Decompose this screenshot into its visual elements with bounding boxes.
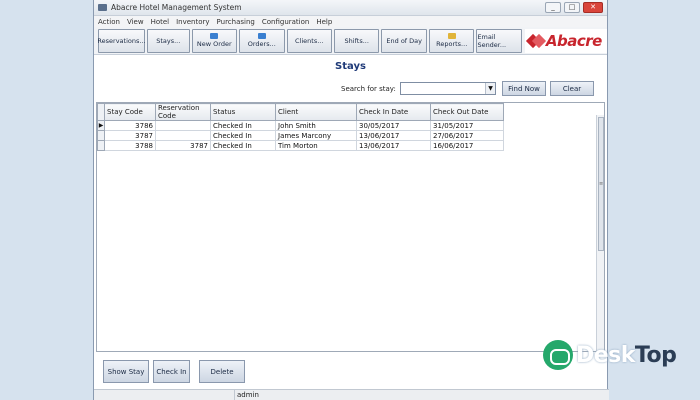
watermark-part1: Desk <box>576 342 635 368</box>
new-order-label: New Order <box>196 40 232 48</box>
cell-reservation-code[interactable] <box>155 130 211 141</box>
column-status[interactable]: Status <box>210 103 276 121</box>
orders-button[interactable]: Orders... <box>239 28 285 53</box>
cell-check-in-date[interactable]: 13/06/2017 <box>356 130 431 141</box>
logo-text: Abacre <box>545 31 602 50</box>
end-of-day-button[interactable]: End of Day <box>381 28 427 53</box>
shifts-label: Shifts... <box>344 36 369 45</box>
cell-check-out-date[interactable]: 16/06/2017 <box>430 140 504 151</box>
page-title: Stays <box>335 61 366 72</box>
menu-configuration[interactable]: Configuration <box>262 18 309 26</box>
close-button[interactable]: ✕ <box>583 2 603 13</box>
toolbar: Reservations... Stays... New Order Order… <box>94 27 607 55</box>
cell-reservation-code[interactable]: 3787 <box>155 140 211 151</box>
cell-stay-code[interactable]: 3788 <box>104 140 156 151</box>
cell-check-in-date[interactable]: 30/05/2017 <box>356 120 431 131</box>
search-label: Search for stay: <box>341 85 396 93</box>
cell-check-out-date[interactable]: 27/06/2017 <box>430 130 504 141</box>
reservations-label: Reservations... <box>97 36 146 45</box>
stays-grid: Stay Code Reservation Code Status Client… <box>96 102 605 352</box>
cell-client[interactable]: John Smith <box>275 120 357 131</box>
find-now-button[interactable]: Find Now <box>502 81 546 96</box>
menu-help[interactable]: Help <box>316 18 332 26</box>
email-sender-label: Email Sender... <box>477 32 507 49</box>
menu-inventory[interactable]: Inventory <box>176 18 209 26</box>
abacre-logo-icon <box>528 33 544 49</box>
status-panel <box>94 390 235 400</box>
menu-purchasing[interactable]: Purchasing <box>217 18 255 26</box>
search-dropdown[interactable]: ▼ <box>400 82 496 95</box>
title-bar: Abacre Hotel Management System _ □ ✕ <box>94 0 607 16</box>
minimize-button[interactable]: _ <box>545 2 561 13</box>
delete-button[interactable]: Delete <box>199 360 245 383</box>
menu-view[interactable]: View <box>127 18 144 26</box>
vertical-scrollbar[interactable]: ≡ <box>596 115 604 351</box>
shifts-button[interactable]: Shifts... <box>333 28 380 53</box>
stays-label: Stays... <box>156 36 181 45</box>
cell-reservation-code[interactable] <box>155 120 211 131</box>
current-row-icon: ▶ <box>98 122 104 129</box>
cell-client[interactable]: James Marcony <box>275 130 357 141</box>
cell-check-out-date[interactable]: 31/05/2017 <box>430 120 504 131</box>
watermark: DeskTop <box>543 340 677 370</box>
row-selector[interactable] <box>97 130 105 141</box>
column-check-in-date[interactable]: Check In Date <box>356 103 431 121</box>
email-sender-button[interactable]: Email Sender... <box>476 28 522 53</box>
orders-icon <box>257 33 266 39</box>
app-icon <box>98 4 107 11</box>
column-reservation-code[interactable]: Reservation Code <box>155 103 211 121</box>
scrollbar-grip-icon: ≡ <box>599 181 604 187</box>
orders-label: Orders... <box>247 40 276 48</box>
window-title: Abacre Hotel Management System <box>111 3 242 12</box>
row-selector[interactable] <box>97 140 105 151</box>
reports-label: Reports... <box>436 40 468 48</box>
cell-status[interactable]: Checked In <box>210 140 276 151</box>
stays-button[interactable]: Stays... <box>147 28 190 53</box>
row-header-corner <box>97 103 105 121</box>
menu-bar: Action View Hotel Inventory Purchasing C… <box>94 16 607 27</box>
check-in-button[interactable]: Check In <box>153 360 190 383</box>
app-window: Abacre Hotel Management System _ □ ✕ Act… <box>93 0 609 400</box>
cell-stay-code[interactable]: 3786 <box>104 120 156 131</box>
clear-button[interactable]: Clear <box>550 81 594 96</box>
reports-icon <box>447 33 456 39</box>
watermark-part2: Top <box>634 342 677 368</box>
cell-client[interactable]: Tim Morton <box>275 140 357 151</box>
status-bar: admin <box>94 389 609 400</box>
table-row[interactable]: 3787 Checked In James Marcony 13/06/2017… <box>97 130 504 141</box>
menu-action[interactable]: Action <box>98 18 120 26</box>
clients-button[interactable]: Clients... <box>286 28 332 53</box>
watermark-text: DeskTop <box>576 342 677 368</box>
column-stay-code[interactable]: Stay Code <box>104 103 156 121</box>
table-row[interactable]: ▶ 3786 Checked In John Smith 30/05/2017 … <box>97 120 504 131</box>
show-stay-button[interactable]: Show Stay <box>103 360 149 383</box>
new-order-button[interactable]: New Order <box>191 28 238 53</box>
cell-status[interactable]: Checked In <box>210 120 276 131</box>
status-user: admin <box>237 391 259 399</box>
column-client[interactable]: Client <box>275 103 357 121</box>
reports-button[interactable]: Reports... <box>428 28 475 53</box>
desktop-watermark-icon <box>543 340 573 370</box>
chevron-down-icon[interactable]: ▼ <box>485 83 495 94</box>
abacre-logo: Abacre <box>524 28 607 53</box>
search-bar: Search for stay: ▼ Find Now Clear <box>94 81 609 97</box>
cell-status[interactable]: Checked In <box>210 130 276 141</box>
column-check-out-date[interactable]: Check Out Date <box>430 103 504 121</box>
clients-label: Clients... <box>295 36 324 45</box>
cell-stay-code[interactable]: 3787 <box>104 130 156 141</box>
menu-hotel[interactable]: Hotel <box>151 18 170 26</box>
table-row[interactable]: 3788 3787 Checked In Tim Morton 13/06/20… <box>97 140 504 151</box>
maximize-button[interactable]: □ <box>564 2 580 13</box>
reservations-button[interactable]: Reservations... <box>97 28 146 53</box>
new-order-icon <box>210 33 219 39</box>
cell-check-in-date[interactable]: 13/06/2017 <box>356 140 431 151</box>
row-selector[interactable]: ▶ <box>97 120 105 131</box>
end-of-day-label: End of Day <box>386 36 422 45</box>
